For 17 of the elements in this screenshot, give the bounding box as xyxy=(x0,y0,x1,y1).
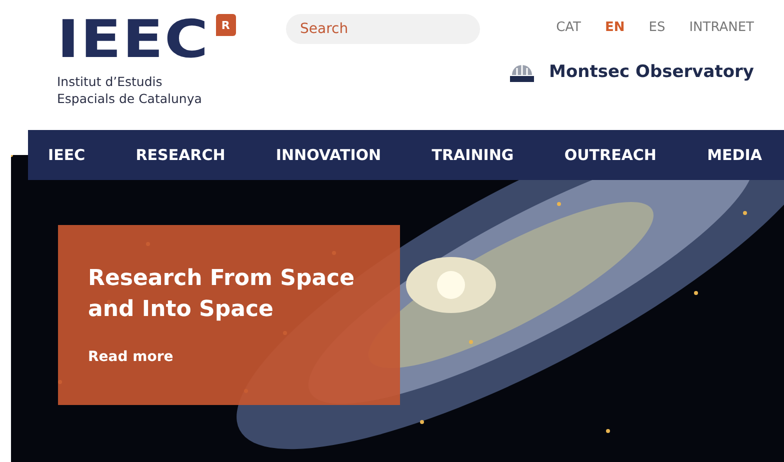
language-link[interactable]: CAT xyxy=(556,20,581,35)
nav-link[interactable]: OUTREACH xyxy=(564,146,656,164)
observatory-link[interactable]: Montsec Observatory xyxy=(549,62,754,82)
read-more-link[interactable]: Read more xyxy=(88,349,174,365)
nav-link[interactable]: IEEC xyxy=(48,146,86,164)
nav-link[interactable]: TRAINING xyxy=(432,146,514,164)
language-link[interactable]: ES xyxy=(648,20,666,35)
search-field[interactable]: Search xyxy=(286,14,480,44)
hero-title: Research From Space and Into Space xyxy=(88,265,356,324)
nav-link[interactable]: MEDIA xyxy=(707,146,762,164)
language-link[interactable]: EN xyxy=(604,20,625,35)
intranet-link[interactable]: INTRANET xyxy=(689,20,754,35)
logo-badge: R xyxy=(216,14,236,36)
logo-wordmark[interactable]: IEEC xyxy=(57,12,210,68)
logo-subtitle: Institut d’Estudis Espacials de Catalunya xyxy=(57,73,203,107)
nav-link[interactable]: INNOVATION xyxy=(276,146,382,164)
nav-link[interactable]: RESEARCH xyxy=(136,146,226,164)
